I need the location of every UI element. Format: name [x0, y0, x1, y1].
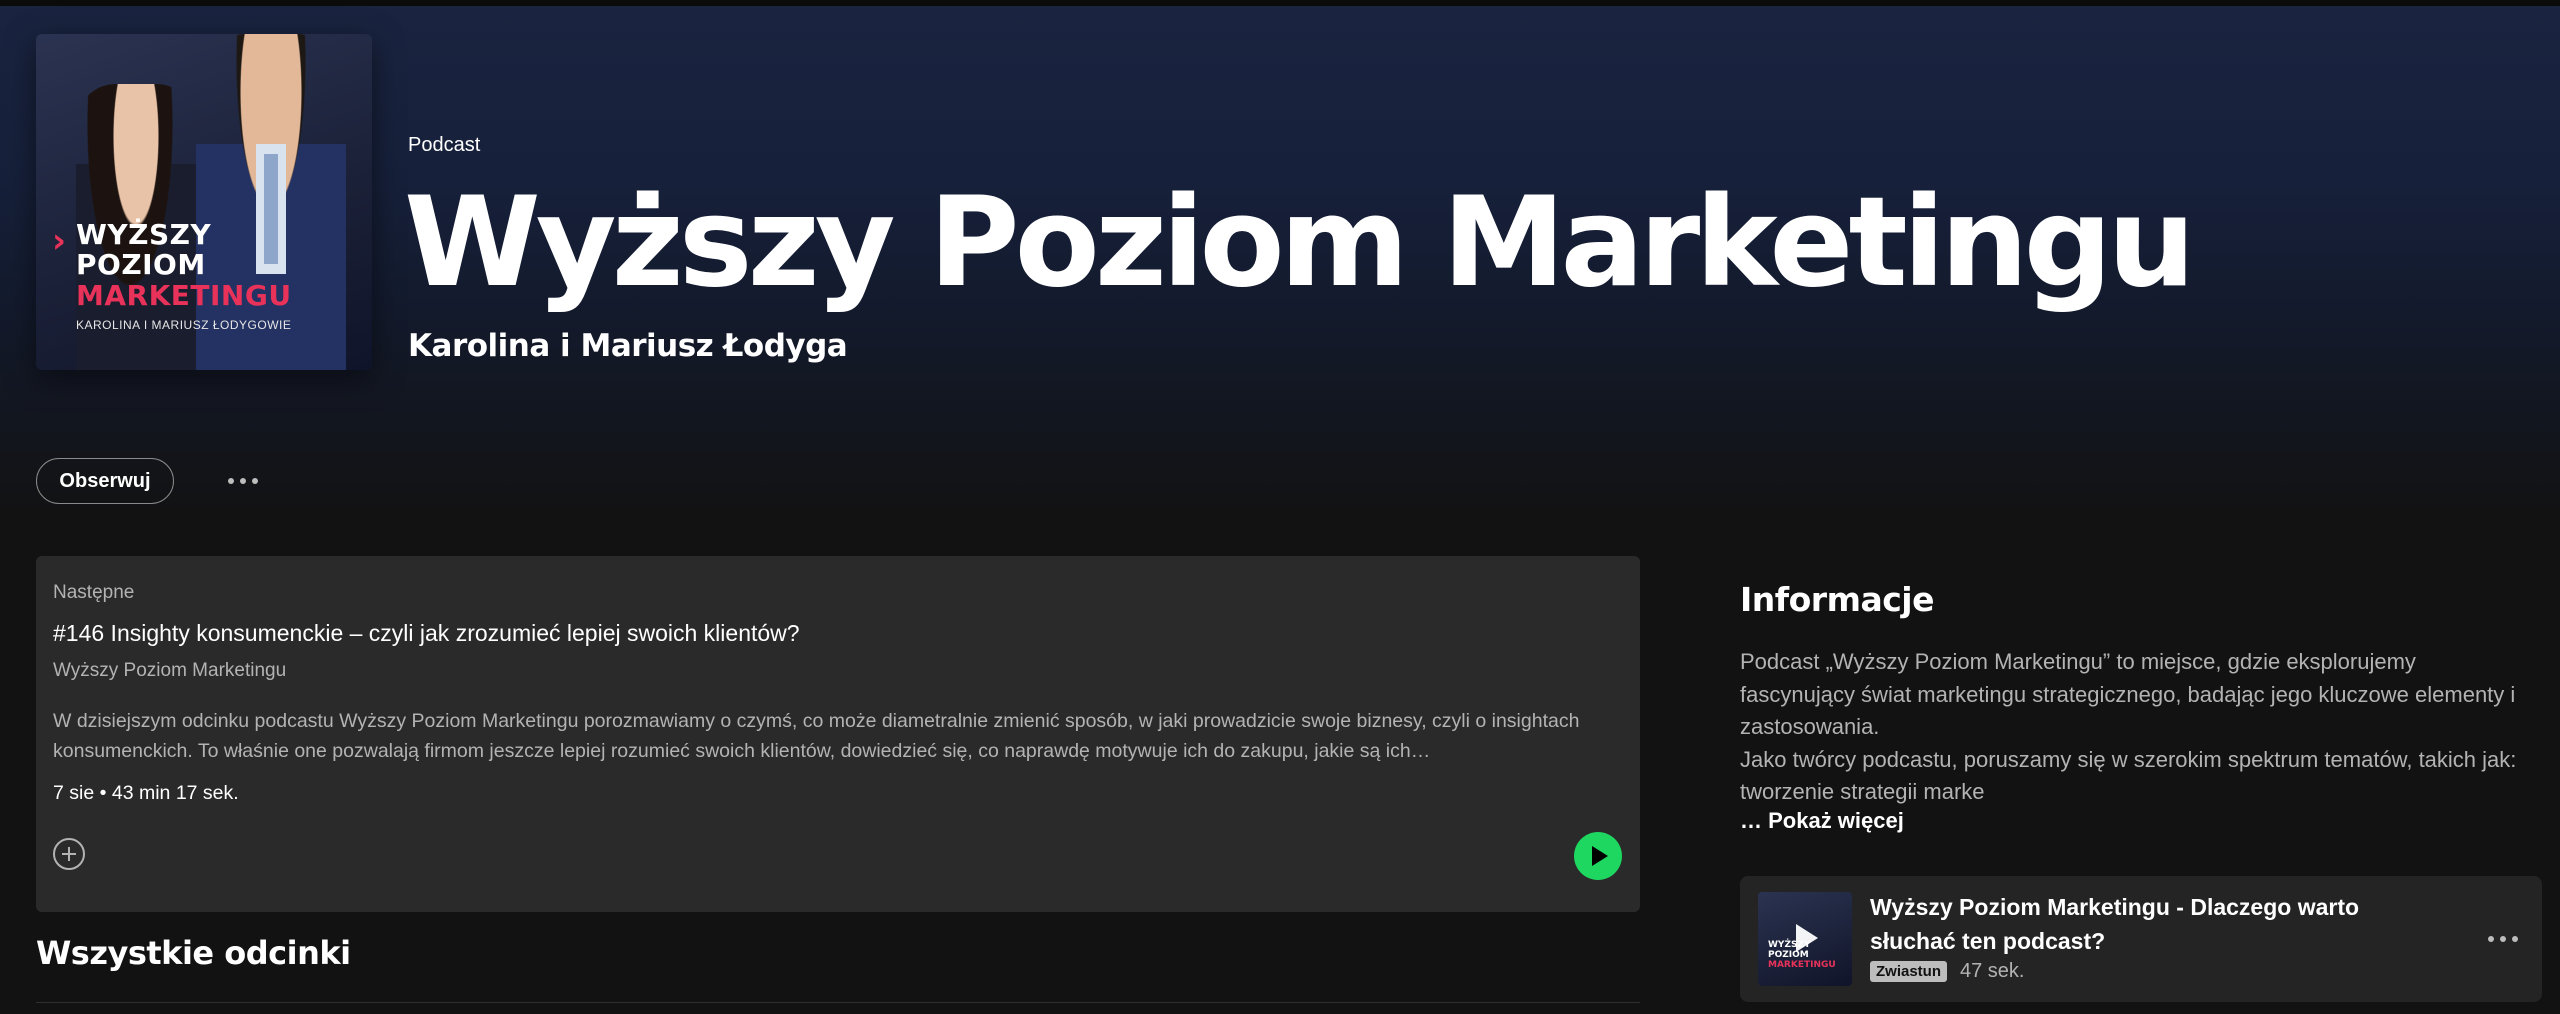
info-paragraph-2: Jako twórcy podcastu, poruszamy się w sz… [1740, 746, 2517, 805]
cover-line-2: POZIOM [76, 248, 206, 281]
play-icon[interactable] [1574, 832, 1622, 880]
episode-date: 7 sie [53, 782, 95, 804]
trailer-more-icon[interactable] [2480, 922, 2526, 956]
content-type-label: Podcast [408, 134, 481, 156]
info-paragraph-1: Podcast „Wyższy Poziom Marketingu” to mi… [1740, 649, 2516, 739]
cover-logo: › WYŻSZY POZIOM MARKETINGU KAROLINA I MA… [52, 218, 372, 333]
play-overlay-icon[interactable] [1796, 924, 1818, 952]
more-options-icon[interactable] [220, 462, 266, 500]
trailer-card[interactable]: WYŻSZY POZIOM MARKETINGU Wyższy Poziom M… [1740, 876, 2542, 1002]
trailer-duration: 47 sek. [1960, 960, 2025, 982]
podcast-authors[interactable]: Karolina i Mariusz Łodyga [408, 328, 848, 364]
thumb-line-2: MARKETINGU [1768, 960, 1836, 970]
cover-line-3: MARKETINGU [76, 279, 292, 312]
info-heading: Informacje [1740, 580, 1934, 619]
add-circle-icon[interactable] [53, 838, 85, 870]
episode-meta: 7 sie • 43 min 17 sek. [53, 782, 239, 805]
episode-description: W dzisiejszym odcinku podcastu Wyższy Po… [53, 710, 1580, 762]
episode-show-name[interactable]: Wyższy Poziom Marketingu [53, 660, 286, 682]
episode-title[interactable]: #146 Insighty konsumenckie – czyli jak z… [53, 620, 800, 647]
next-episode-label: Następne [53, 582, 135, 603]
top-bar [0, 0, 2560, 6]
follow-button[interactable]: Obserwuj [36, 458, 174, 504]
trailer-thumbnail[interactable]: WYŻSZY POZIOM MARKETINGU [1758, 892, 1852, 986]
trailer-badge: Zwiastun [1870, 961, 1948, 982]
episode-duration: 43 min 17 sek. [111, 782, 239, 804]
podcast-cover-image: › WYŻSZY POZIOM MARKETINGU KAROLINA I MA… [36, 34, 372, 370]
next-episode-card[interactable]: Następne #146 Insighty konsumenckie – cz… [36, 556, 1640, 912]
trailer-title[interactable]: Wyższy Poziom Marketingu - Dlaczego wart… [1870, 890, 2450, 958]
all-episodes-heading: Wszystkie odcinki [36, 934, 351, 972]
info-description: Podcast „Wyższy Poziom Marketingu” to mi… [1740, 646, 2530, 809]
cover-line-1: WYŻSZY [76, 218, 212, 251]
podcast-title: Wyższy Poziom Marketingu [404, 171, 2196, 315]
chevron-right-icon: › [52, 221, 67, 261]
cover-line-4: KAROLINA I MARIUSZ ŁODYGOWIE [76, 318, 292, 332]
section-divider [36, 1002, 1640, 1003]
show-more-link[interactable]: … Pokaż więcej [1740, 808, 1904, 834]
meta-separator: • [99, 782, 107, 804]
